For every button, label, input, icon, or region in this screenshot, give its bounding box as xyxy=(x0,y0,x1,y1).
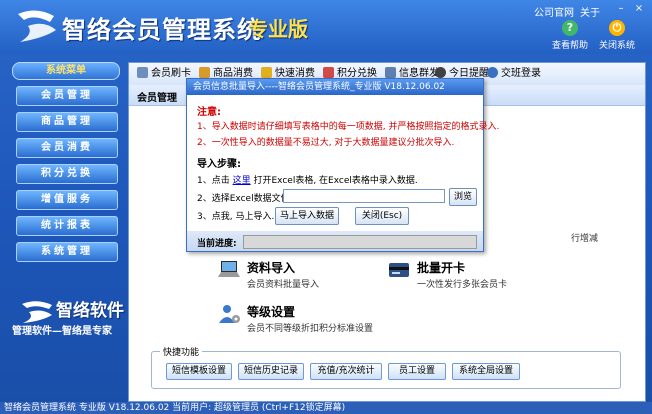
global-settings-button[interactable]: 系统全局设置 xyxy=(452,363,520,380)
help-button[interactable]: ? 查看帮助 xyxy=(545,20,595,51)
tab-member-management[interactable]: 会员管理 xyxy=(137,89,177,104)
power-icon: ⏻ xyxy=(609,20,625,36)
user-settings-icon xyxy=(219,305,240,323)
card-icon xyxy=(137,67,148,78)
lightning-icon xyxy=(261,67,272,78)
sidebar-heading: 系统菜单 xyxy=(12,62,120,80)
step-3-label: 3、点我, 马上导入. xyxy=(197,212,275,222)
recharge-stats-button[interactable]: 充值/充次统计 xyxy=(310,363,382,380)
quick-functions-legend: 快捷功能 xyxy=(160,345,203,358)
note-line-2: 2、一次性导入的数据量不易过大, 对于大数据量建议分批次导入. xyxy=(197,138,455,148)
dialog-body: 注意: 1、导入数据时请仔细填写表格中的每一项数据, 并严格按照指定的格式录入.… xyxy=(187,95,499,251)
feature-desc: 会员不同等级折扣积分标准设置 xyxy=(247,324,374,334)
sidebar-item-reports[interactable]: 统计报表 xyxy=(16,216,118,236)
close-window-button[interactable]: × xyxy=(632,3,646,15)
sms-history-button[interactable]: 短信历史记录 xyxy=(238,363,304,380)
progress-label: 当前进度: xyxy=(197,239,237,249)
import-now-button[interactable]: 马上导入数据 xyxy=(275,207,339,225)
feature-batch-card[interactable]: 批量开卡 一次性发行多张会员卡 xyxy=(387,259,557,291)
step-2-label: 2、选择Excel数据文件: xyxy=(197,194,293,204)
step-1-suffix: 打开Excel表格, 在Excel表格中录入数据. xyxy=(253,176,418,186)
toolbar-label: 交班登录 xyxy=(501,68,541,79)
dialog-titlebar[interactable]: 会员信息批量导入----智络会员管理系统_专业版 V18.12.06.02 xyxy=(187,79,483,95)
partial-feature-text: 行增减 xyxy=(571,234,599,244)
steps-heading: 导入步骤: xyxy=(197,159,241,170)
help-icon: ? xyxy=(562,20,578,36)
brand-name: 智络软件 xyxy=(56,301,124,321)
sidebar: 系统菜单 会员管理 商品管理 会员消费 积分兑换 增值服务 统计报表 系统管理 … xyxy=(8,60,126,400)
sidebar-item-member[interactable]: 会员管理 xyxy=(16,86,118,106)
exit-button-label: 关闭系统 xyxy=(598,41,635,51)
dialog-title: 会员信息批量导入----智络会员管理系统_专业版 V18.12.06.02 xyxy=(193,82,445,92)
staff-settings-button[interactable]: 员工设置 xyxy=(388,363,446,380)
feature-level-settings[interactable]: 等级设置 会员不同等级折扣积分标准设置 xyxy=(217,303,397,335)
help-button-label: 查看帮助 xyxy=(551,41,588,51)
about-link[interactable]: 关于 xyxy=(580,4,600,19)
progress-row: 当前进度: xyxy=(187,231,483,251)
brand-slogan: 管理软件—智络是专家 xyxy=(12,326,112,337)
quick-functions-group: 快捷功能 短信模板设置 短信历史记录 充值/充次统计 员工设置 系统全局设置 xyxy=(151,345,621,389)
app-title: 智络会员管理系统 xyxy=(62,16,262,44)
feature-import[interactable]: 资料导入 会员资料批量导入 xyxy=(217,259,377,291)
user-icon xyxy=(487,67,498,78)
cart-icon xyxy=(199,67,210,78)
minimize-button[interactable]: – xyxy=(614,3,628,15)
sidebar-item-points[interactable]: 积分兑换 xyxy=(16,164,118,184)
toolbar-label: 会员刷卡 xyxy=(151,68,191,79)
card-icon xyxy=(389,263,409,277)
sidebar-item-system[interactable]: 系统管理 xyxy=(16,242,118,262)
feature-title: 资料导入 xyxy=(247,261,296,275)
browse-button[interactable]: 浏览 xyxy=(449,188,477,206)
toolbar-member-swipe[interactable]: 会员刷卡 xyxy=(137,67,191,81)
laptop-icon xyxy=(218,261,240,277)
sidebar-item-value-added[interactable]: 增值服务 xyxy=(16,190,118,210)
step-1-prefix: 1、点击 xyxy=(197,176,230,186)
sms-template-button[interactable]: 短信模板设置 xyxy=(166,363,232,380)
feature-title: 批量开卡 xyxy=(417,261,466,275)
gift-icon xyxy=(323,67,334,78)
status-bar: 智络会员管理系统 专业版 V18.12.06.02 当前用户: 超级管理员 (C… xyxy=(0,402,652,414)
app-window: 智络会员管理系统 专业版 公司官网 关于 – × ? 查看帮助 ⏻ 关闭系统 系… xyxy=(0,0,652,414)
clock-icon xyxy=(435,67,446,78)
message-icon xyxy=(385,67,396,78)
feature-title: 等级设置 xyxy=(247,305,296,319)
close-dialog-button[interactable]: 关闭(Esc) xyxy=(355,207,409,225)
company-site-link[interactable]: 公司官网 xyxy=(534,4,574,19)
exit-button[interactable]: ⏻ 关闭系统 xyxy=(592,20,642,51)
import-dialog: 会员信息批量导入----智络会员管理系统_专业版 V18.12.06.02 注意… xyxy=(186,78,499,252)
open-excel-link[interactable]: 这里 xyxy=(233,176,251,186)
header: 智络会员管理系统 专业版 公司官网 关于 – × ? 查看帮助 ⏻ 关闭系统 xyxy=(0,0,652,54)
logo-icon xyxy=(18,10,56,42)
feature-desc: 一次性发行多张会员卡 xyxy=(417,280,508,290)
excel-file-input[interactable] xyxy=(283,189,445,203)
edition-badge: 专业版 xyxy=(248,17,308,41)
note-line-1: 1、导入数据时请仔细填写表格中的每一项数据, 并严格按照指定的格式录入. xyxy=(197,122,500,132)
step-1: 1、点击 这里 打开Excel表格, 在Excel表格中录入数据. xyxy=(197,173,418,186)
toolbar-shift-login[interactable]: 交班登录 xyxy=(487,67,541,81)
sidebar-item-goods[interactable]: 商品管理 xyxy=(16,112,118,132)
feature-desc: 会员资料批量导入 xyxy=(247,280,320,290)
note-heading: 注意: xyxy=(197,107,221,118)
sidebar-item-consume[interactable]: 会员消费 xyxy=(16,138,118,158)
progress-bar xyxy=(243,235,477,249)
brand-logo-icon xyxy=(22,301,52,323)
